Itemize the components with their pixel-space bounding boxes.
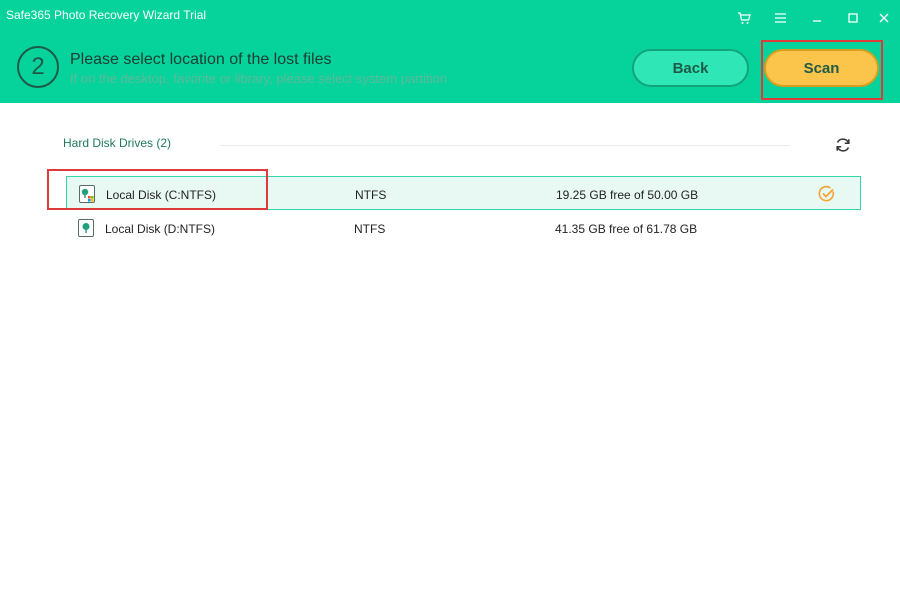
step-subtitle: If on the desktop, favorite or library, … bbox=[70, 71, 447, 86]
header-bar: Safe365 Photo Recovery Wizard Trial 2 Pl… bbox=[0, 0, 900, 103]
drive-space: 41.35 GB free of 61.78 GB bbox=[555, 222, 698, 236]
system-drive-icon bbox=[79, 185, 95, 203]
maximize-icon[interactable] bbox=[843, 8, 863, 28]
back-button[interactable]: Back bbox=[632, 49, 749, 87]
section-divider bbox=[220, 145, 790, 146]
drive-icon bbox=[78, 219, 94, 237]
minimize-icon[interactable] bbox=[807, 8, 827, 28]
step-number: 2 bbox=[17, 46, 59, 88]
drive-filesystem: NTFS bbox=[354, 222, 386, 236]
refresh-icon[interactable] bbox=[834, 136, 852, 154]
scan-button[interactable]: Scan bbox=[764, 49, 879, 87]
cart-icon[interactable] bbox=[734, 8, 754, 28]
drive-name: Local Disk (D:NTFS) bbox=[105, 222, 216, 236]
app-title: Safe365 Photo Recovery Wizard Trial bbox=[6, 8, 207, 22]
drive-space: 19.25 GB free of 50.00 GB bbox=[556, 188, 699, 202]
step-title: Please select location of the lost files bbox=[70, 51, 332, 68]
close-icon[interactable] bbox=[874, 8, 894, 28]
menu-icon[interactable] bbox=[770, 8, 790, 28]
drive-name: Local Disk (C:NTFS) bbox=[106, 188, 217, 202]
drive-filesystem: NTFS bbox=[355, 188, 387, 202]
drive-row-d[interactable]: Local Disk (D:NTFS) NTFS 41.35 GB free o… bbox=[66, 211, 861, 245]
check-icon bbox=[818, 185, 836, 203]
section-label: Hard Disk Drives (2) bbox=[63, 136, 172, 150]
drive-row-c[interactable]: Local Disk (C:NTFS) NTFS 19.25 GB free o… bbox=[66, 176, 861, 210]
